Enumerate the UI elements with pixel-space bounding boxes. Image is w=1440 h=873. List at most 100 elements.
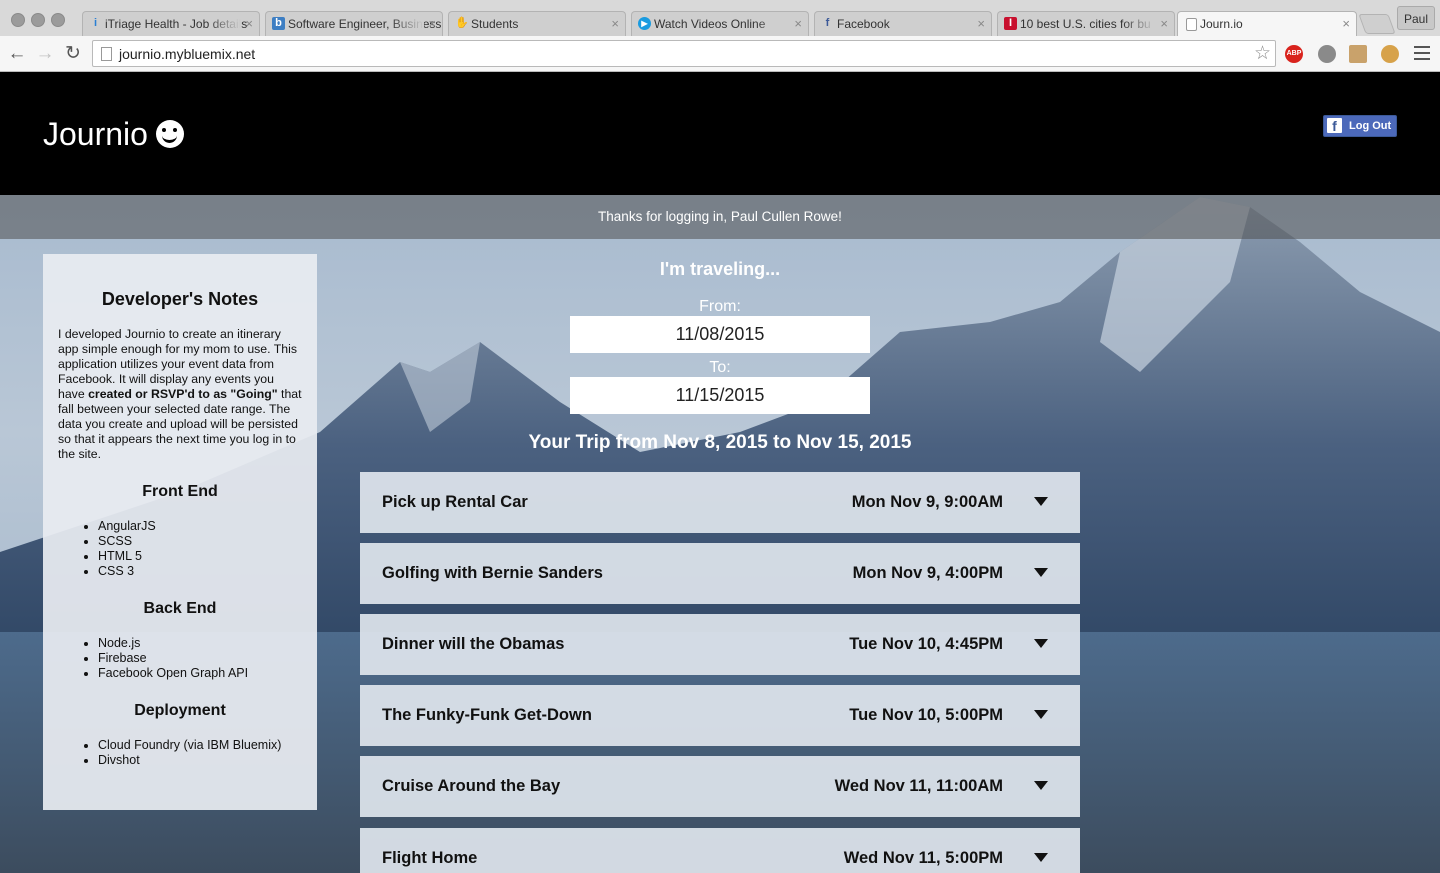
- notes-title: Developer's Notes: [101, 289, 259, 309]
- back-arrow-icon[interactable]: ←: [6, 43, 28, 65]
- event-row[interactable]: Flight Home Wed Nov 11, 5:00PM: [360, 828, 1080, 873]
- expand-caret-icon[interactable]: [1034, 710, 1048, 719]
- event-time: Mon Nov 9, 9:00AM: [851, 493, 1003, 511]
- event-title: Golfing with Bernie Sanders: [382, 564, 603, 582]
- browser-tab[interactable]: b Software Engineer, Business ×: [265, 11, 443, 36]
- expand-caret-icon[interactable]: [1034, 568, 1048, 577]
- event-row[interactable]: Dinner will the Obamas Tue Nov 10, 4:45P…: [360, 614, 1080, 675]
- event-title: Dinner will the Obamas: [382, 635, 565, 653]
- address-bar[interactable]: journio.mybluemix.net ☆: [92, 40, 1276, 67]
- tab-title: Watch Videos Online: [654, 17, 766, 31]
- event-row[interactable]: Pick up Rental Car Mon Nov 9, 9:00AM: [360, 472, 1080, 533]
- site-header: Journio f Log Out: [0, 72, 1440, 195]
- list-item: Node.js: [98, 636, 302, 651]
- trip-title: Your Trip from Nov 8, 2015 to Nov 15, 20…: [528, 432, 912, 453]
- url-text[interactable]: journio.mybluemix.net: [119, 41, 255, 67]
- adblock-icon[interactable]: ABP: [1285, 45, 1303, 63]
- minimize-window-button[interactable]: [31, 13, 45, 27]
- event-time: Wed Nov 11, 5:00PM: [843, 849, 1003, 867]
- browser-tab-bar: i iTriage Health - Job details × b Softw…: [0, 0, 1440, 37]
- reload-icon[interactable]: ↻: [62, 43, 84, 65]
- event-row[interactable]: Golfing with Bernie Sanders Mon Nov 9, 4…: [360, 543, 1080, 604]
- login-banner: Thanks for logging in, Paul Cullen Rowe!: [0, 195, 1440, 239]
- list-item: SCSS: [98, 534, 302, 549]
- list-item: Facebook Open Graph API: [98, 666, 302, 681]
- close-tab-icon[interactable]: ×: [977, 12, 985, 36]
- event-time: Mon Nov 9, 4:00PM: [852, 564, 1003, 582]
- to-label: To:: [709, 359, 731, 376]
- cookie-icon[interactable]: [1381, 45, 1399, 63]
- event-title: Pick up Rental Car: [382, 493, 528, 511]
- page-icon: [1186, 18, 1197, 31]
- browser-tab[interactable]: ✋ Students ×: [448, 11, 626, 36]
- close-tab-icon[interactable]: ×: [1160, 12, 1168, 36]
- browser-toolbar: ← → ↻ journio.mybluemix.net ☆ ABP: [0, 36, 1440, 72]
- notes-heading-back-end: Back End: [143, 600, 217, 617]
- tab-title: Students: [471, 17, 519, 31]
- event-row[interactable]: Cruise Around the Bay Wed Nov 11, 11:00A…: [360, 756, 1080, 817]
- facebook-logout-button[interactable]: f Log Out: [1323, 115, 1397, 137]
- forward-arrow-icon[interactable]: →: [34, 43, 56, 65]
- back-end-list: Node.js Firebase Facebook Open Graph API: [58, 636, 302, 681]
- new-tab-button[interactable]: [1358, 14, 1396, 34]
- browser-tab[interactable]: i iTriage Health - Job details ×: [82, 11, 260, 36]
- from-date-input[interactable]: [570, 316, 870, 353]
- list-item: Cloud Foundry (via IBM Bluemix): [98, 738, 302, 753]
- facebook-icon: f: [1327, 118, 1342, 134]
- from-label: From:: [699, 298, 741, 315]
- close-tab-icon[interactable]: ×: [245, 12, 253, 36]
- browser-tab[interactable]: f Facebook ×: [814, 11, 992, 36]
- front-end-list: AngularJS SCSS HTML 5 CSS 3: [58, 519, 302, 579]
- browser-menu-icon[interactable]: [1414, 46, 1430, 60]
- event-title: Cruise Around the Bay: [382, 777, 561, 795]
- close-window-button[interactable]: [11, 13, 25, 27]
- b-icon: b: [272, 17, 285, 30]
- page-icon: [101, 47, 112, 61]
- bookmark-star-icon[interactable]: ☆: [1254, 43, 1271, 65]
- event-row[interactable]: The Funky-Funk Get-Down Tue Nov 10, 5:00…: [360, 685, 1080, 746]
- profile-button[interactable]: Paul: [1397, 6, 1435, 30]
- browser-tab[interactable]: ▶ Watch Videos Online ×: [631, 11, 809, 36]
- close-tab-icon[interactable]: ×: [428, 12, 436, 36]
- to-date-input[interactable]: [570, 377, 870, 414]
- tab-title: Facebook: [837, 17, 890, 31]
- hand-icon: ✋: [455, 17, 469, 29]
- list-item: Firebase: [98, 651, 302, 666]
- news-icon: I: [1004, 17, 1017, 30]
- extension-box-icon[interactable]: [1349, 45, 1367, 63]
- tab-title: Journ.io: [1200, 17, 1243, 31]
- deployment-list: Cloud Foundry (via IBM Bluemix) Divshot: [58, 738, 302, 768]
- extension-grey-icon[interactable]: [1318, 45, 1336, 63]
- itriage-icon: i: [93, 17, 98, 29]
- browser-tab[interactable]: I 10 best U.S. cities for bu ×: [997, 11, 1175, 36]
- expand-caret-icon[interactable]: [1034, 853, 1048, 862]
- event-time: Tue Nov 10, 4:45PM: [849, 635, 1003, 653]
- event-title: Flight Home: [382, 849, 478, 867]
- notes-intro: I developed Journio to create an itinera…: [58, 327, 302, 461]
- logo-text: Journio: [43, 116, 148, 152]
- play-icon: ▶: [638, 17, 651, 30]
- expand-caret-icon[interactable]: [1034, 781, 1048, 790]
- browser-tab-active[interactable]: Journ.io ×: [1177, 11, 1357, 37]
- zoom-window-button[interactable]: [51, 13, 65, 27]
- list-item: CSS 3: [98, 564, 302, 579]
- notes-heading-front-end: Front End: [142, 483, 218, 500]
- event-time: Tue Nov 10, 5:00PM: [849, 706, 1003, 724]
- smiley-icon: [155, 120, 184, 148]
- expand-caret-icon[interactable]: [1034, 639, 1048, 648]
- close-tab-icon[interactable]: ×: [611, 12, 619, 36]
- traveling-heading: I'm traveling...: [659, 259, 781, 279]
- facebook-icon: f: [825, 17, 830, 29]
- event-time: Wed Nov 11, 11:00AM: [834, 777, 1003, 795]
- list-item: AngularJS: [98, 519, 302, 534]
- list-item: HTML 5: [98, 549, 302, 564]
- expand-caret-icon[interactable]: [1034, 497, 1048, 506]
- close-tab-icon[interactable]: ×: [1342, 12, 1350, 36]
- logout-label: Log Out: [1349, 120, 1392, 132]
- page-content: Journio f Log Out Thanks for logging in,…: [0, 72, 1440, 873]
- developer-notes-panel: Developer's Notes I developed Journio to…: [43, 254, 317, 810]
- notes-heading-deployment: Deployment: [134, 702, 226, 719]
- list-item: Divshot: [98, 753, 302, 768]
- site-logo[interactable]: Journio: [43, 112, 184, 156]
- close-tab-icon[interactable]: ×: [794, 12, 802, 36]
